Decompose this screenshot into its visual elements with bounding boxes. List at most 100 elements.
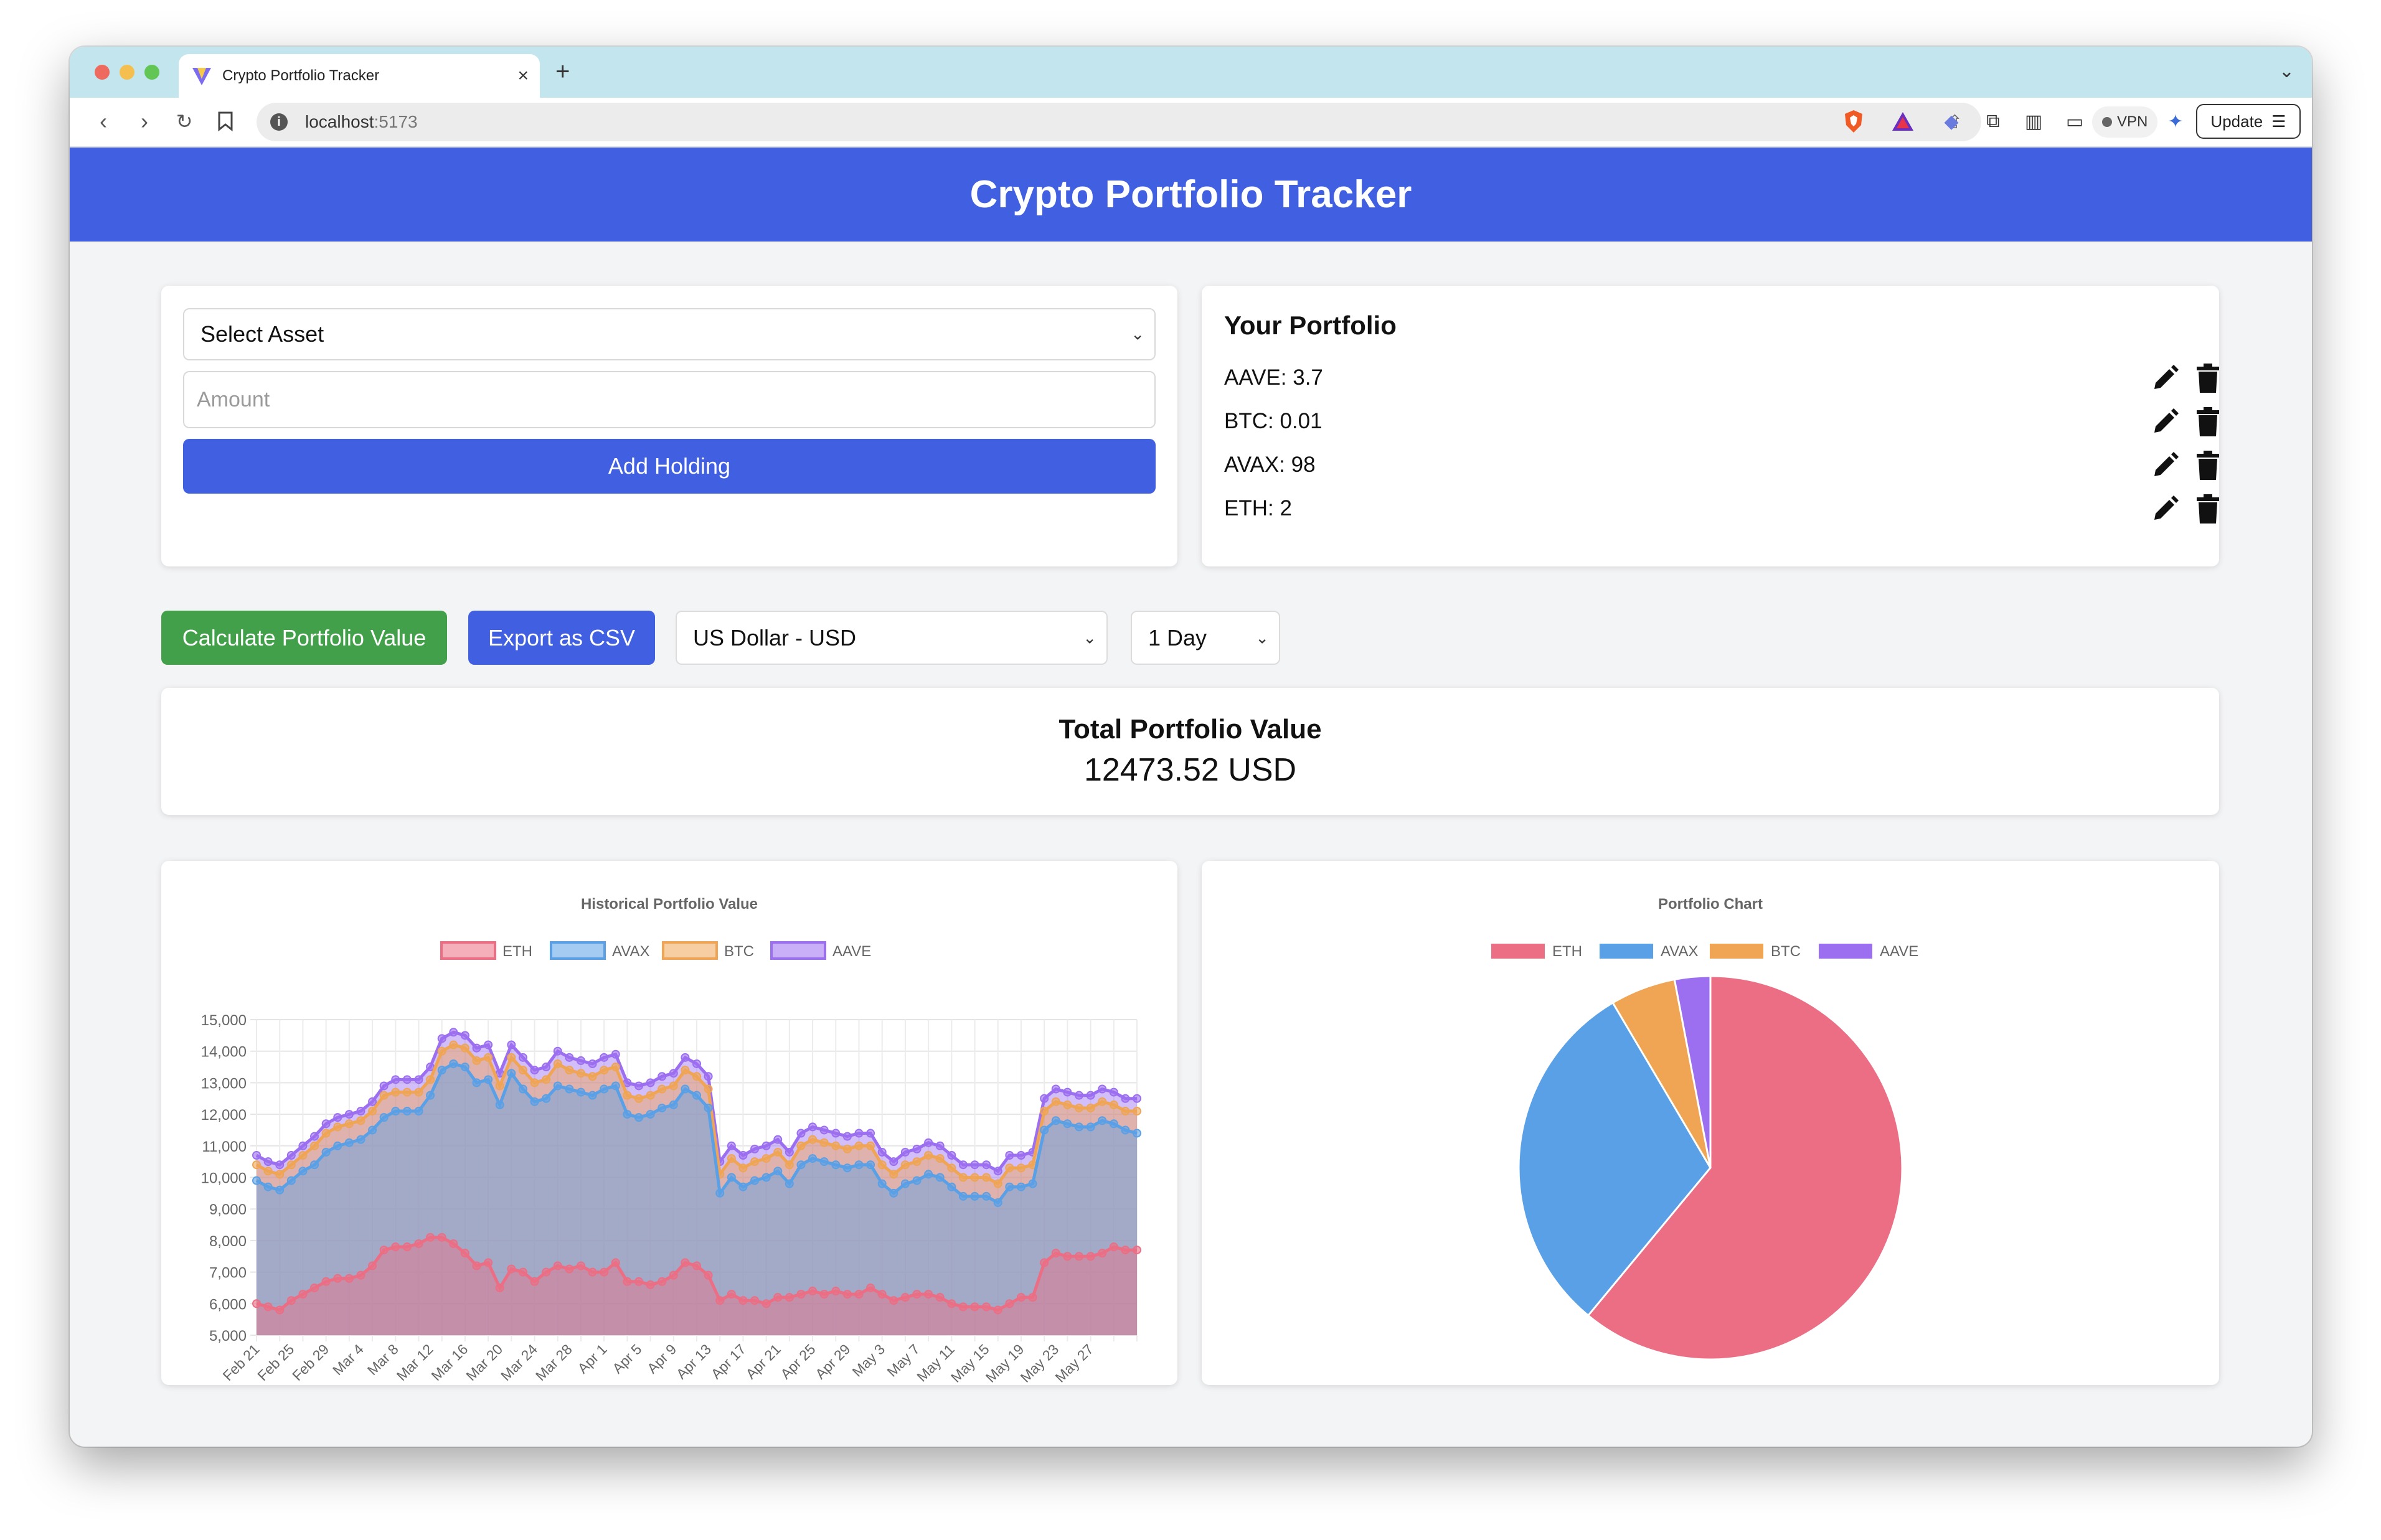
export-csv-button[interactable]: Export as CSV	[468, 611, 655, 665]
data-point[interactable]	[842, 1132, 852, 1141]
data-point[interactable]	[286, 1160, 296, 1170]
data-point[interactable]	[993, 1198, 1002, 1208]
data-point[interactable]	[565, 1066, 574, 1075]
data-point[interactable]	[263, 1157, 273, 1167]
data-point[interactable]	[1051, 1249, 1060, 1258]
data-point[interactable]	[588, 1072, 597, 1081]
data-point[interactable]	[530, 1066, 539, 1075]
data-point[interactable]	[704, 1103, 713, 1112]
close-tab-icon[interactable]: ×	[517, 67, 529, 85]
data-point[interactable]	[310, 1160, 319, 1170]
data-point[interactable]	[530, 1078, 539, 1087]
data-point[interactable]	[623, 1277, 632, 1286]
add-holding-button[interactable]: Add Holding	[183, 439, 1156, 494]
trash-icon[interactable]	[2195, 363, 2220, 394]
data-point[interactable]	[298, 1290, 308, 1299]
data-point[interactable]	[993, 1305, 1002, 1315]
data-point[interactable]	[658, 1084, 667, 1094]
data-point[interactable]	[1121, 1094, 1130, 1103]
data-point[interactable]	[449, 1059, 458, 1068]
data-point[interactable]	[263, 1167, 273, 1176]
data-point[interactable]	[935, 1173, 945, 1182]
data-point[interactable]	[947, 1299, 956, 1308]
data-point[interactable]	[1016, 1163, 1025, 1173]
data-point[interactable]	[692, 1072, 701, 1081]
data-point[interactable]	[321, 1277, 331, 1286]
data-point[interactable]	[437, 1066, 446, 1075]
data-point[interactable]	[1086, 1252, 1095, 1261]
data-point[interactable]	[623, 1110, 632, 1119]
data-point[interactable]	[611, 1258, 620, 1267]
data-point[interactable]	[912, 1290, 922, 1299]
data-point[interactable]	[993, 1179, 1002, 1188]
data-point[interactable]	[819, 1157, 829, 1167]
data-point[interactable]	[449, 1239, 458, 1248]
data-point[interactable]	[333, 1141, 342, 1150]
data-point[interactable]	[866, 1129, 875, 1138]
data-point[interactable]	[553, 1046, 562, 1056]
data-point[interactable]	[889, 1170, 898, 1179]
data-point[interactable]	[785, 1160, 794, 1170]
trash-icon[interactable]	[2195, 494, 2220, 525]
data-point[interactable]	[252, 1176, 261, 1185]
data-point[interactable]	[750, 1157, 760, 1167]
data-point[interactable]	[900, 1160, 910, 1170]
data-point[interactable]	[704, 1072, 713, 1081]
data-point[interactable]	[1133, 1246, 1141, 1255]
data-point[interactable]	[484, 1040, 493, 1049]
data-point[interactable]	[553, 1081, 562, 1091]
data-point[interactable]	[1098, 1249, 1107, 1258]
data-point[interactable]	[402, 1087, 412, 1097]
data-point[interactable]	[344, 1119, 354, 1129]
data-point[interactable]	[669, 1270, 678, 1280]
currency-select[interactable]: US Dollar - USD ⌄	[676, 611, 1108, 665]
data-point[interactable]	[634, 1081, 643, 1091]
data-point[interactable]	[611, 1081, 620, 1091]
data-point[interactable]	[658, 1277, 667, 1286]
data-point[interactable]	[484, 1053, 493, 1062]
data-point[interactable]	[1040, 1125, 1049, 1135]
wallet-icon[interactable]: ▭	[2061, 108, 2088, 135]
data-point[interactable]	[796, 1290, 806, 1299]
data-point[interactable]	[333, 1122, 342, 1132]
data-point[interactable]	[715, 1188, 725, 1198]
data-point[interactable]	[785, 1147, 794, 1157]
data-point[interactable]	[1074, 1103, 1083, 1112]
data-point[interactable]	[854, 1290, 864, 1299]
data-point[interactable]	[530, 1277, 539, 1286]
data-point[interactable]	[507, 1053, 516, 1062]
data-point[interactable]	[310, 1141, 319, 1150]
data-point[interactable]	[1005, 1151, 1014, 1160]
data-point[interactable]	[356, 1116, 365, 1125]
data-point[interactable]	[877, 1160, 887, 1170]
data-point[interactable]	[437, 1034, 446, 1043]
legend-swatch[interactable]	[440, 941, 496, 960]
data-point[interactable]	[1133, 1094, 1141, 1103]
data-point[interactable]	[796, 1141, 806, 1150]
data-point[interactable]	[1040, 1258, 1049, 1267]
data-point[interactable]	[507, 1264, 516, 1274]
data-point[interactable]	[958, 1302, 968, 1312]
data-point[interactable]	[1005, 1299, 1014, 1308]
data-point[interactable]	[542, 1267, 551, 1277]
data-point[interactable]	[542, 1094, 551, 1103]
data-point[interactable]	[785, 1293, 794, 1302]
data-point[interactable]	[900, 1179, 910, 1188]
data-point[interactable]	[808, 1122, 818, 1132]
update-button[interactable]: Update ☰	[2196, 104, 2301, 139]
data-point[interactable]	[344, 1110, 354, 1119]
data-point[interactable]	[692, 1059, 701, 1068]
data-point[interactable]	[600, 1053, 609, 1062]
data-point[interactable]	[924, 1170, 933, 1179]
browser-tab[interactable]: Crypto Portfolio Tracker ×	[179, 54, 540, 98]
data-point[interactable]	[704, 1270, 713, 1280]
data-point[interactable]	[518, 1066, 527, 1075]
data-point[interactable]	[982, 1160, 991, 1170]
bookmark-icon[interactable]	[210, 106, 240, 136]
data-point[interactable]	[391, 1107, 400, 1116]
data-point[interactable]	[460, 1031, 469, 1040]
data-point[interactable]	[1028, 1179, 1037, 1188]
data-point[interactable]	[831, 1287, 841, 1296]
data-point[interactable]	[1063, 1100, 1072, 1109]
data-point[interactable]	[658, 1072, 667, 1081]
